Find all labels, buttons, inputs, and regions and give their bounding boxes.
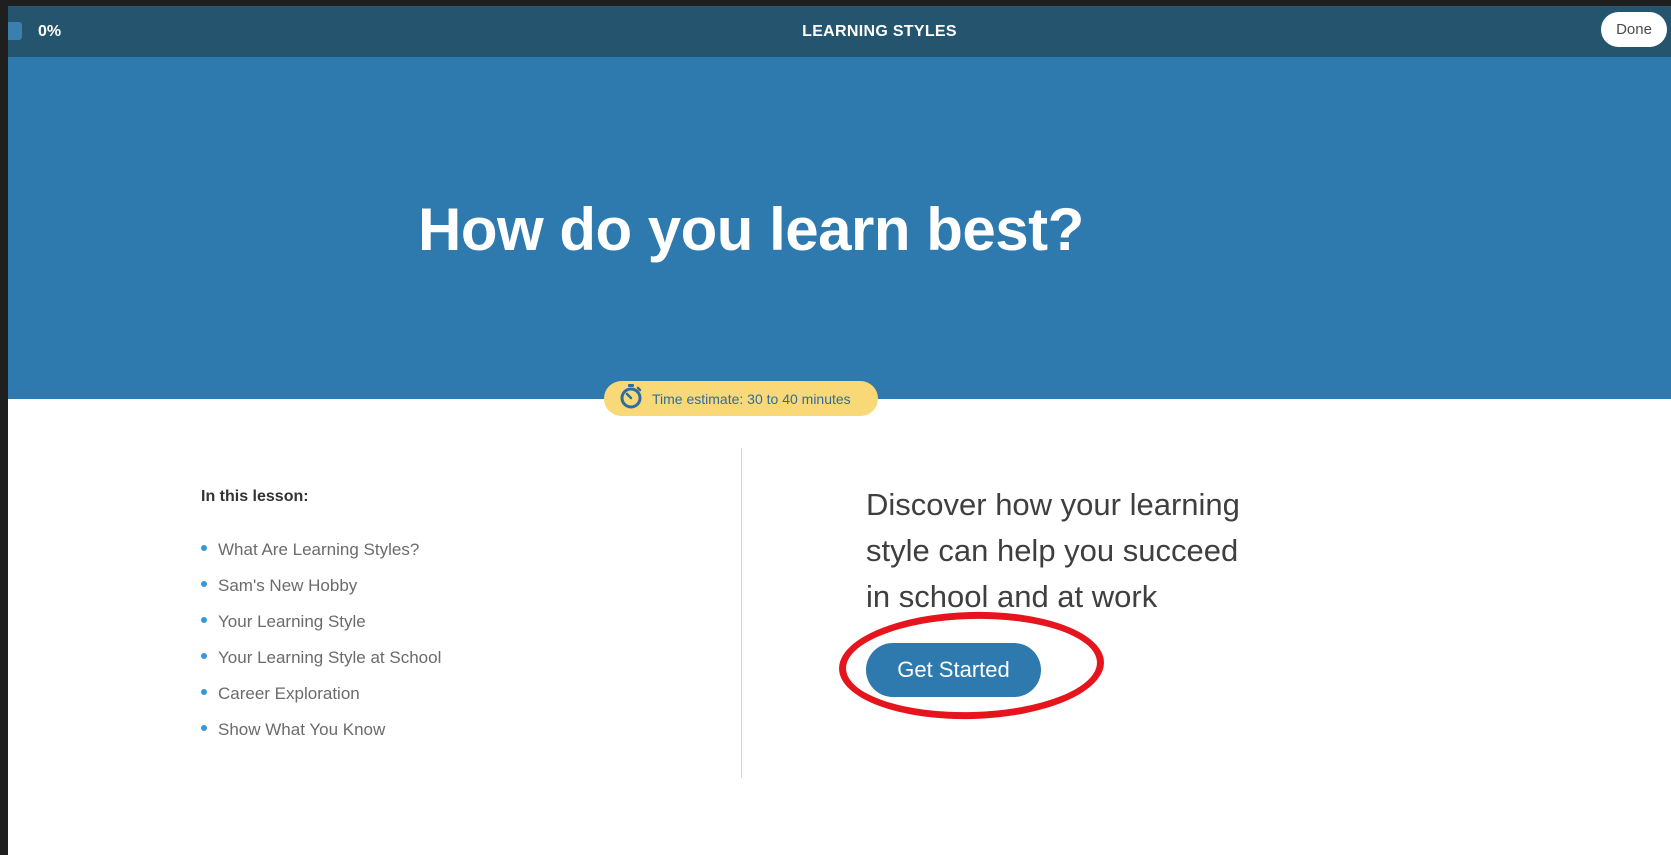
bullet-icon [201, 617, 207, 623]
tagline-line: Discover how your learning [866, 487, 1240, 522]
list-item: Career Exploration [201, 676, 441, 712]
bullet-icon [201, 545, 207, 551]
bullet-icon [201, 689, 207, 695]
lesson-item-label: Your Learning Style [218, 612, 366, 631]
lesson-item-label: Career Exploration [218, 684, 360, 703]
list-item: What Are Learning Styles? [201, 532, 441, 568]
bullet-icon [201, 653, 207, 659]
tagline-line: style can help you succeed [866, 533, 1239, 568]
tagline-line: in school and at work [866, 579, 1158, 614]
top-bar: 0% LEARNING STYLES Done [8, 6, 1671, 57]
hero-banner: How do you learn best? [8, 57, 1671, 399]
stopwatch-icon [618, 383, 652, 414]
list-item: Your Learning Style [201, 604, 441, 640]
lesson-item-label: Your Learning Style at School [218, 648, 442, 667]
lesson-title: LEARNING STYLES [802, 23, 957, 40]
lesson-outline: In this lesson: What Are Learning Styles… [201, 488, 441, 748]
app-frame: 0% LEARNING STYLES Done How do you learn… [8, 6, 1671, 855]
list-item: Show What You Know [201, 712, 441, 748]
lesson-item-label: Sam's New Hobby [218, 576, 358, 595]
get-started-button[interactable]: Get Started [866, 643, 1041, 697]
lesson-list: What Are Learning Styles? Sam's New Hobb… [201, 532, 441, 748]
bullet-icon [201, 581, 207, 587]
column-divider [741, 448, 742, 778]
list-item: Sam's New Hobby [201, 568, 441, 604]
done-button[interactable]: Done [1601, 12, 1667, 47]
bullet-icon [201, 725, 207, 731]
hero-title: How do you learn best? [418, 196, 1084, 263]
list-item: Your Learning Style at School [201, 640, 441, 676]
lesson-outline-heading: In this lesson: [201, 488, 309, 505]
lesson-item-label: Show What You Know [218, 720, 386, 739]
time-estimate-badge: Time estimate: 30 to 40 minutes [604, 381, 878, 416]
lesson-item-label: What Are Learning Styles? [218, 540, 420, 559]
time-estimate-text: Time estimate: 30 to 40 minutes [652, 390, 851, 407]
lesson-tagline: Discover how your learning style can hel… [866, 482, 1286, 620]
